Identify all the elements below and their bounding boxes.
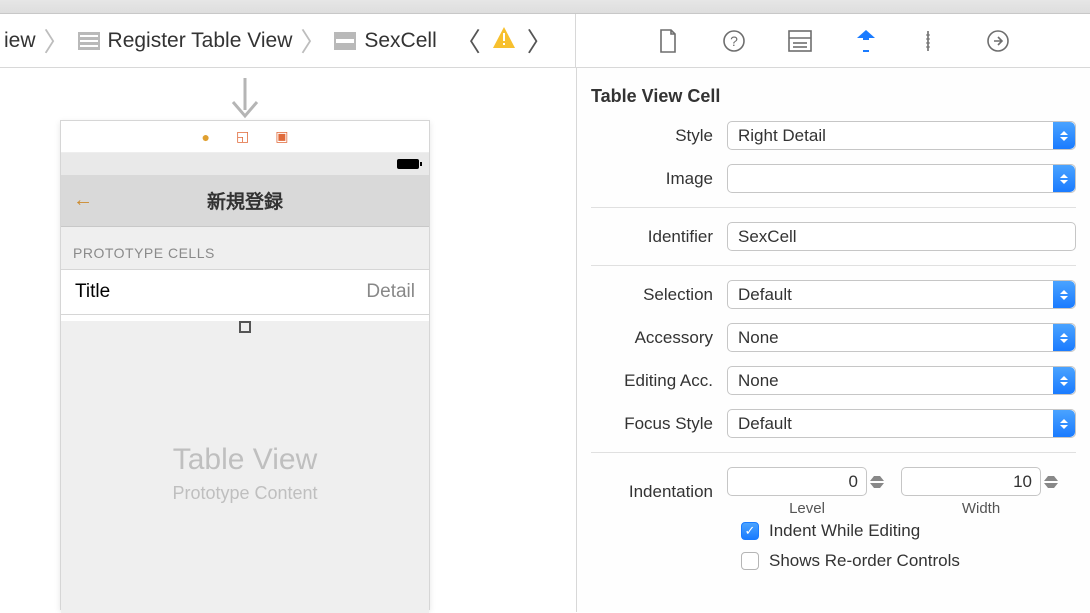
breadcrumb-label: SexCell <box>364 29 436 53</box>
breadcrumb-label: Register Table View <box>108 29 293 53</box>
chevron-updown-icon <box>1053 410 1075 437</box>
shows-reorder-checkbox[interactable] <box>741 552 759 570</box>
cell-icon <box>334 32 356 50</box>
nav-arrows: 〈 〉 <box>451 22 557 59</box>
nav-back-button[interactable]: 〈 <box>451 22 485 59</box>
identity-inspector-tab[interactable] <box>787 28 813 54</box>
chevron-updown-icon <box>1053 281 1075 308</box>
breadcrumb-label: iew <box>4 29 36 53</box>
indent-while-editing-checkbox[interactable]: ✓ <box>741 522 759 540</box>
navigation-bar[interactable]: ← 新規登録 <box>61 175 429 227</box>
battery-icon <box>397 159 419 169</box>
style-select[interactable]: Right Detail <box>727 121 1076 150</box>
width-sublabel: Width <box>901 500 1061 517</box>
image-select[interactable] <box>727 164 1076 193</box>
nav-title: 新規登録 <box>207 187 283 214</box>
scene-toolbar: ● ◱ ▣ <box>61 121 429 153</box>
accessory-select[interactable]: None <box>727 323 1076 352</box>
table-view-icon <box>78 32 100 50</box>
selection-label: Selection <box>577 285 727 305</box>
prototype-cell[interactable]: Title Detail <box>61 269 429 315</box>
breadcrumb: iew 〉 Register Table View 〉 SexCell 〈 〉 <box>0 14 576 68</box>
exit-icon[interactable]: ▣ <box>275 128 288 145</box>
stepper-icon[interactable] <box>1044 468 1058 495</box>
help-inspector-tab[interactable]: ? <box>721 28 747 54</box>
indent-while-editing-label: Indent While Editing <box>769 521 920 541</box>
placeholder-title: Table View <box>173 443 318 477</box>
chevron-updown-icon <box>1053 367 1075 394</box>
divider <box>591 452 1076 453</box>
breadcrumb-item-0[interactable]: iew <box>0 29 40 53</box>
attributes-inspector: Table View Cell Style Right Detail Image… <box>576 68 1090 612</box>
chevron-updown-icon <box>1053 165 1075 192</box>
chevron-right-icon: 〉 <box>296 22 330 59</box>
cell-detail-label: Detail <box>366 281 415 303</box>
segue-arrow-icon <box>225 78 265 122</box>
indentation-level-field[interactable]: 0 <box>727 467 867 496</box>
chevron-updown-icon <box>1053 324 1075 351</box>
accessory-label: Accessory <box>577 328 727 348</box>
breadcrumb-item-1[interactable]: Register Table View <box>74 29 297 53</box>
indentation-width-field[interactable]: 10 <box>901 467 1041 496</box>
status-bar <box>61 153 429 175</box>
identifier-label: Identifier <box>577 227 727 247</box>
svg-text:?: ? <box>730 33 738 49</box>
editing-acc-select[interactable]: None <box>727 366 1076 395</box>
interface-builder-canvas[interactable]: ● ◱ ▣ ← 新規登録 PROTOTYPE CELLS Title Detai… <box>0 68 576 612</box>
level-sublabel: Level <box>727 500 887 517</box>
window-titlebar <box>0 0 1090 14</box>
inspector-section-title: Table View Cell <box>577 68 1076 121</box>
selection-select[interactable]: Default <box>727 280 1076 309</box>
connections-inspector-tab[interactable] <box>985 28 1011 54</box>
inspector-tabs: ? <box>576 14 1090 68</box>
breadcrumb-item-2[interactable]: SexCell <box>330 29 440 53</box>
indentation-label: Indentation <box>577 482 727 502</box>
placeholder-subtitle: Prototype Content <box>172 483 317 504</box>
warning-icon[interactable] <box>491 25 517 57</box>
section-header-label: PROTOTYPE CELLS <box>61 227 429 269</box>
nav-forward-button[interactable]: 〉 <box>523 22 557 59</box>
size-inspector-tab[interactable] <box>919 28 945 54</box>
focus-style-label: Focus Style <box>577 414 727 434</box>
divider <box>591 207 1076 208</box>
identifier-field[interactable]: SexCell <box>727 222 1076 251</box>
table-view-placeholder: Table View Prototype Content <box>61 333 429 613</box>
focus-style-select[interactable]: Default <box>727 409 1076 438</box>
cell-title-label: Title <box>75 281 110 303</box>
back-arrow-icon[interactable]: ← <box>73 189 93 212</box>
scene-phone-preview[interactable]: ● ◱ ▣ ← 新規登録 PROTOTYPE CELLS Title Detai… <box>60 120 430 610</box>
chevron-right-icon: 〉 <box>40 22 74 59</box>
file-inspector-tab[interactable] <box>655 28 681 54</box>
image-label: Image <box>577 169 727 189</box>
circle-icon[interactable]: ● <box>202 129 210 145</box>
editing-acc-label: Editing Acc. <box>577 371 727 391</box>
attributes-inspector-tab[interactable] <box>853 28 879 54</box>
shows-reorder-label: Shows Re-order Controls <box>769 551 960 571</box>
resize-handle[interactable] <box>239 321 251 333</box>
style-label: Style <box>577 126 727 146</box>
chevron-updown-icon <box>1053 122 1075 149</box>
stepper-icon[interactable] <box>870 468 884 495</box>
divider <box>591 265 1076 266</box>
cube-icon[interactable]: ◱ <box>236 128 249 145</box>
